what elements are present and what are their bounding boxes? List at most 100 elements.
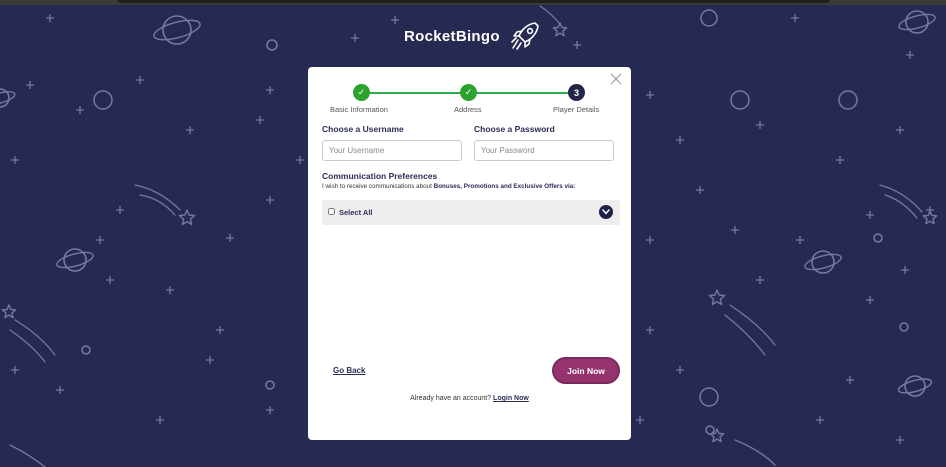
sparkle-icon (96, 236, 104, 244)
planet-dot-icon (838, 90, 858, 110)
sparkle-icon (166, 286, 174, 294)
communication-preferences-title: Communication Preferences (322, 171, 438, 181)
logo-text: RocketBingo (404, 27, 500, 45)
already-text: Already have an account? (410, 395, 494, 402)
star-icon (552, 22, 568, 37)
sparkle-icon (676, 366, 684, 374)
moon-icon (730, 90, 750, 110)
shooting-star-trail-icon (9, 444, 46, 467)
star-icon (708, 289, 726, 306)
sparkle-icon (266, 406, 274, 414)
planet-dot-icon (699, 387, 719, 407)
close-icon[interactable] (609, 72, 623, 86)
sparkle-icon (816, 416, 824, 424)
planet-ring-icon (804, 253, 842, 271)
sparkle-icon (296, 156, 304, 164)
registration-modal: ✓ ✓ 3 Basic Information Address Player D… (308, 67, 631, 440)
planet-dot-icon (266, 39, 278, 51)
sparkle-icon (136, 76, 144, 84)
step-1-check-icon: ✓ (353, 84, 370, 101)
progress-line-1 (362, 92, 469, 94)
shooting-star-trail-icon (884, 194, 918, 219)
planet-dot-icon (873, 233, 883, 243)
step-3-number: 3 (568, 84, 585, 101)
communication-desc-text: I wish to receive communications about (322, 183, 434, 190)
sparkle-icon (901, 266, 909, 274)
rocketbingo-logo: RocketBingo (404, 16, 542, 56)
password-label: Choose a Password (474, 124, 555, 134)
communication-desc-bold: Bonuses, Promotions and Exclusive Offers… (433, 183, 576, 190)
planet-ring-icon (153, 19, 201, 41)
sparkle-icon (906, 51, 914, 59)
sparkle-icon (866, 211, 874, 219)
sparkle-icon (731, 226, 739, 234)
step-2-check-icon: ✓ (460, 84, 477, 101)
step-label-player-details: Player Details (553, 105, 600, 114)
sparkle-icon (573, 41, 581, 49)
sparkle-icon (26, 81, 34, 89)
planet-dot-icon (700, 9, 718, 27)
planet-dot-icon (93, 90, 113, 110)
shooting-star-trail-icon (724, 314, 766, 356)
star-icon (178, 209, 196, 226)
sparkle-icon (646, 91, 654, 99)
star-icon (1, 304, 17, 319)
sparkle-icon (156, 416, 164, 424)
planet-ring-icon (897, 378, 933, 394)
sparkle-icon (756, 276, 764, 284)
sparkle-icon (676, 136, 684, 144)
go-back-link[interactable]: Go Back (333, 366, 365, 375)
shooting-star-trail-icon (734, 439, 776, 466)
shooting-star-trail-icon (9, 329, 46, 363)
planet-ring-icon (56, 251, 94, 269)
sparkle-icon (266, 196, 274, 204)
sparkle-icon (256, 116, 264, 124)
login-now-link[interactable]: Login Now (493, 395, 529, 402)
join-now-button[interactable]: Join Now (552, 357, 620, 384)
sparkle-icon (186, 126, 194, 134)
sparkle-icon (351, 34, 359, 42)
shooting-star-trail-icon (539, 5, 561, 25)
sparkle-icon (866, 296, 874, 304)
step-label-basic-information: Basic Information (330, 105, 388, 114)
planet-dot-icon (265, 380, 275, 390)
sparkle-icon (11, 366, 19, 374)
communication-description: I wish to receive communications about B… (322, 183, 575, 190)
sparkle-icon (926, 206, 934, 214)
login-prompt: Already have an account? Login Now (308, 395, 631, 402)
password-input[interactable] (474, 140, 614, 161)
sparkle-icon (391, 16, 399, 24)
sparkle-icon (646, 236, 654, 244)
planet-ring-icon (898, 13, 936, 31)
sparkle-icon (106, 276, 114, 284)
sparkle-icon (116, 206, 124, 214)
planet-dot-icon (899, 322, 909, 332)
shooting-star-trail-icon (879, 184, 923, 213)
username-input[interactable] (322, 140, 462, 161)
sparkle-icon (796, 236, 804, 244)
sparkle-icon (76, 106, 84, 114)
sparkle-icon (696, 186, 704, 194)
step-label-address: Address (454, 105, 482, 114)
sparkle-icon (836, 156, 844, 164)
sparkle-icon (226, 234, 234, 242)
shooting-star-trail-icon (139, 194, 176, 216)
select-all-checkbox[interactable] (328, 208, 335, 215)
select-all-row[interactable]: Select All (322, 200, 620, 225)
sparkle-icon (791, 14, 799, 22)
sparkle-icon (636, 416, 644, 424)
username-label: Choose a Username (322, 124, 404, 134)
sparkle-icon (846, 376, 854, 384)
chevron-down-icon[interactable] (599, 205, 613, 219)
planet-dot-icon (705, 425, 715, 435)
sparkle-icon (46, 14, 54, 22)
shooting-star-trail-icon (134, 184, 181, 211)
star-icon (709, 428, 725, 443)
sparkle-icon (646, 326, 654, 334)
sparkle-icon (11, 156, 19, 164)
select-all-label: Select All (339, 208, 373, 217)
sparkle-icon (56, 386, 64, 394)
sparkle-icon (896, 126, 904, 134)
sparkle-icon (756, 121, 764, 129)
sparkle-icon (206, 356, 214, 364)
